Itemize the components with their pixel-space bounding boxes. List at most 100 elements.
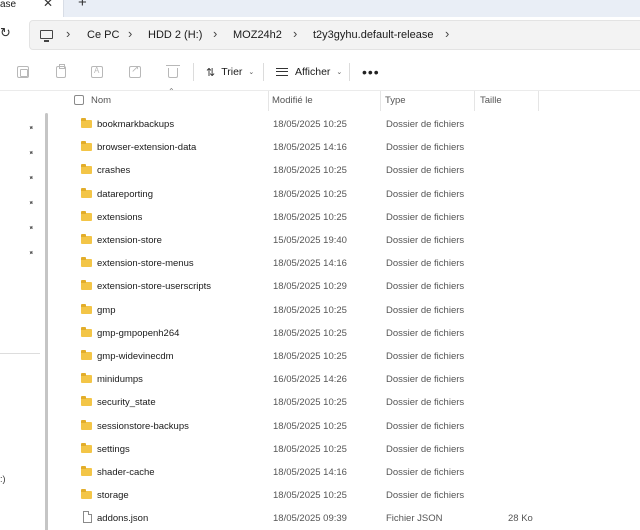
column-header-row: ⌃ Nom Modifié le Type Taille — [62, 87, 640, 111]
nav-divider — [0, 353, 40, 354]
view-list-icon — [276, 68, 288, 76]
file-row[interactable]: gmp-gmpopenh264 18/05/2025 10:25 Dossier d… — [62, 323, 640, 346]
file-type: Dossier de fichiers — [386, 142, 465, 154]
nav-drive-label[interactable]: :) — [0, 474, 6, 484]
file-row[interactable]: crashes 18/05/2025 10:25 Dossier de fichie… — [62, 160, 640, 183]
breadcrumb-hdd2[interactable]: HDD 2 (H:) — [148, 28, 202, 42]
column-header-size[interactable]: Taille — [480, 95, 502, 106]
file-name: gmp — [97, 304, 116, 316]
folder-icon — [81, 350, 92, 360]
file-name: gmp-widevinecdm — [97, 351, 174, 362]
folder-icon — [81, 442, 92, 453]
file-row[interactable]: extension-store-menus 18/05/2025 14:16 Dos… — [62, 253, 640, 276]
folder-icon — [81, 419, 92, 430]
file-name: storage — [97, 490, 129, 502]
view-button[interactable]: Afficher ⌄ — [276, 63, 342, 81]
folder-icon — [81, 257, 92, 268]
folder-icon — [81, 280, 92, 291]
file-row[interactable]: settings 18/05/2025 10:25 Dossier de fichi… — [62, 439, 640, 462]
column-header-name[interactable]: Nom — [91, 95, 111, 106]
file-size: 28 Ko — [508, 513, 533, 525]
breadcrumb-profile-folder[interactable]: t2y3gyhu.default-release — [313, 28, 433, 42]
file-modified: 18/05/2025 10:25 — [273, 443, 347, 455]
file-row[interactable]: datareporting 18/05/2025 10:25 Dossier de … — [62, 184, 640, 207]
pin-icon[interactable]: ✦ — [26, 148, 36, 158]
file-type: Dossier de fichiers — [386, 188, 465, 200]
file-type: Dossier de fichiers — [386, 235, 465, 246]
nav-scrollbar[interactable] — [45, 113, 48, 530]
file-type: Dossier de fichiers — [386, 351, 465, 362]
rename-icon[interactable] — [91, 66, 103, 78]
file-modified: 18/05/2025 09:39 — [273, 513, 347, 525]
chevron-down-icon: ⌄ — [248, 69, 255, 76]
refresh-icon[interactable]: ↻ — [0, 26, 11, 40]
share-icon[interactable] — [129, 64, 141, 78]
file-type: Dossier de fichiers — [386, 490, 465, 502]
new-tab-icon[interactable]: + — [78, 0, 87, 10]
column-divider[interactable] — [538, 91, 539, 111]
column-divider[interactable] — [380, 91, 381, 111]
pin-icon[interactable]: ✦ — [26, 198, 36, 208]
folder-icon — [81, 489, 92, 500]
tab-strip: ase ✕ + — [0, 0, 640, 17]
column-divider[interactable] — [268, 91, 269, 111]
chevron-right-icon[interactable]: › — [293, 27, 297, 41]
chevron-right-icon[interactable]: › — [128, 27, 132, 41]
file-modified: 18/05/2025 10:25 — [273, 420, 347, 432]
folder-icon — [81, 303, 92, 314]
file-name: browser-extension-data — [97, 142, 197, 154]
file-modified: 18/05/2025 10:25 — [273, 490, 347, 502]
pin-icon[interactable]: ✦ — [26, 173, 36, 183]
sort-button[interactable]: ⇅ Trier ⌄ — [206, 63, 254, 81]
file-modified: 18/05/2025 10:25 — [273, 351, 347, 362]
file-modified: 18/05/2025 10:29 — [273, 281, 347, 293]
file-row[interactable]: sessionstore-backups 18/05/2025 10:25 Doss… — [62, 416, 640, 439]
file-row[interactable]: extension-store-userscripts 18/05/2025 10… — [62, 276, 640, 299]
column-header-modified[interactable]: Modifié le — [272, 95, 313, 106]
file-row[interactable]: extension-store 15/05/2025 19:40 Dossier d… — [62, 230, 640, 253]
paste-icon[interactable] — [56, 64, 66, 78]
column-header-type[interactable]: Type — [385, 95, 406, 106]
file-row[interactable]: minidumps 16/05/2025 14:26 Dossier de fich… — [62, 369, 640, 392]
file-type: Dossier de fichiers — [386, 397, 465, 409]
breadcrumb-ce-pc[interactable]: Ce PC — [87, 28, 119, 42]
file-type: Dossier de fichiers — [386, 374, 465, 386]
file-row[interactable]: storage 18/05/2025 10:25 Dossier de fichie… — [62, 485, 640, 508]
file-name: extensions — [97, 211, 143, 223]
select-all-checkbox[interactable] — [74, 95, 84, 105]
file-type: Dossier de fichiers — [386, 327, 465, 339]
file-modified: 18/05/2025 10:25 — [273, 327, 347, 339]
chevron-right-icon[interactable]: › — [213, 27, 217, 41]
folder-icon — [81, 326, 92, 337]
copy-icon[interactable] — [17, 66, 29, 78]
file-list: bookmarkbackups 18/05/2025 10:25 Dossier d… — [62, 114, 640, 530]
address-bar[interactable]: › Ce PC › HDD 2 (H:) › MOZ24h2 › t2y3gyh… — [29, 20, 640, 50]
pin-icon[interactable]: ✦ — [26, 223, 36, 233]
delete-icon[interactable] — [166, 65, 180, 78]
more-options-icon[interactable]: ••• — [362, 65, 380, 79]
file-row[interactable]: addons.json 18/05/2025 09:39 Fichier JSON 2… — [62, 508, 640, 530]
file-row[interactable]: gmp-widevinecdm 18/05/2025 10:25 Dossier d… — [62, 346, 640, 369]
file-row[interactable]: bookmarkbackups 18/05/2025 10:25 Dossier d… — [62, 114, 640, 137]
file-row[interactable]: gmp 18/05/2025 10:25 Dossier de fichiers — [62, 300, 640, 323]
pin-icon[interactable]: ✦ — [26, 123, 36, 133]
chevron-right-icon[interactable]: › — [445, 27, 449, 41]
column-divider[interactable] — [474, 91, 475, 111]
file-row[interactable]: extensions 18/05/2025 10:25 Dossier de fic… — [62, 207, 640, 230]
window-tab[interactable]: ase ✕ — [0, 0, 64, 17]
file-row[interactable]: security_state 18/05/2025 10:25 Dossier de… — [62, 392, 640, 415]
close-tab-icon[interactable]: ✕ — [43, 0, 53, 9]
chevron-right-icon[interactable]: › — [66, 27, 70, 41]
computer-icon — [40, 30, 53, 42]
file-row[interactable]: browser-extension-data 18/05/2025 14:16 Do… — [62, 137, 640, 160]
file-row[interactable]: shader-cache 18/05/2025 14:16 Dossier de f… — [62, 462, 640, 485]
toolbar-divider — [263, 63, 264, 81]
file-type: Dossier de fichiers — [386, 281, 465, 293]
address-row: ↻ › Ce PC › HDD 2 (H:) › MOZ24h2 › t2y3g… — [0, 17, 640, 53]
pin-icon[interactable]: ✦ — [26, 248, 36, 258]
breadcrumb-moz24h2[interactable]: MOZ24h2 — [233, 28, 282, 42]
tab-title: ase — [0, 0, 17, 10]
file-modified: 18/05/2025 14:16 — [273, 258, 347, 270]
folder-icon — [81, 210, 92, 221]
folder-icon — [81, 118, 92, 128]
